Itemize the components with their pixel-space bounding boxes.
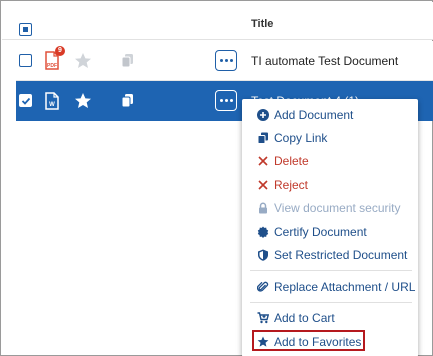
row-checkbox-checked[interactable] bbox=[19, 94, 32, 107]
menu-item-set-restricted-document[interactable]: Set Restricted Document bbox=[242, 244, 418, 266]
star-outline-icon[interactable] bbox=[73, 51, 93, 71]
pdf-file-icon: PDF 9 bbox=[43, 46, 65, 72]
menu-item-view-document-security[interactable]: View document security bbox=[242, 197, 418, 219]
cart-icon bbox=[257, 312, 269, 324]
row-checkbox[interactable] bbox=[19, 54, 32, 67]
word-type-label: W bbox=[49, 102, 55, 108]
menu-item-reject[interactable]: Reject bbox=[242, 174, 418, 196]
list-header: Title bbox=[2, 2, 433, 40]
copy-icon bbox=[257, 132, 269, 144]
context-menu: Add Document Copy Link Delete Reject Vie bbox=[242, 99, 418, 356]
copies-icon bbox=[121, 53, 135, 68]
title-column-header[interactable]: Title bbox=[251, 18, 273, 30]
document-list-panel: Title PDF 9 TI automate Test Document W … bbox=[0, 0, 433, 356]
paperclip-icon bbox=[257, 281, 269, 293]
plus-circle-icon bbox=[257, 109, 269, 121]
notification-badge: 9 bbox=[55, 46, 65, 56]
menu-item-copy-link[interactable]: Copy Link bbox=[242, 127, 418, 149]
highlight-box bbox=[252, 330, 365, 351]
shield-icon bbox=[257, 249, 269, 261]
table-row[interactable]: PDF 9 TI automate Test Document bbox=[16, 41, 433, 81]
menu-item-add-document[interactable]: Add Document bbox=[242, 104, 418, 126]
document-title[interactable]: TI automate Test Document bbox=[251, 54, 398, 68]
seal-icon bbox=[257, 226, 269, 238]
menu-item-add-to-cart[interactable]: Add to Cart bbox=[242, 307, 418, 329]
star-filled-icon[interactable] bbox=[73, 91, 93, 111]
lock-icon bbox=[257, 202, 269, 214]
menu-separator bbox=[250, 302, 412, 303]
menu-item-replace-attachment[interactable]: Replace Attachment / URL bbox=[242, 276, 418, 298]
menu-item-delete[interactable]: Delete bbox=[242, 150, 418, 172]
x-icon bbox=[257, 155, 269, 167]
select-all-checkbox[interactable] bbox=[19, 23, 32, 36]
more-actions-button[interactable] bbox=[215, 90, 237, 111]
x-icon bbox=[257, 179, 269, 191]
menu-item-certify-document[interactable]: Certify Document bbox=[242, 221, 418, 243]
more-actions-button[interactable] bbox=[215, 50, 237, 71]
pdf-type-label: PDF bbox=[47, 63, 57, 69]
copies-icon bbox=[121, 93, 135, 108]
word-file-icon: W bbox=[43, 90, 61, 112]
menu-separator bbox=[250, 270, 412, 271]
